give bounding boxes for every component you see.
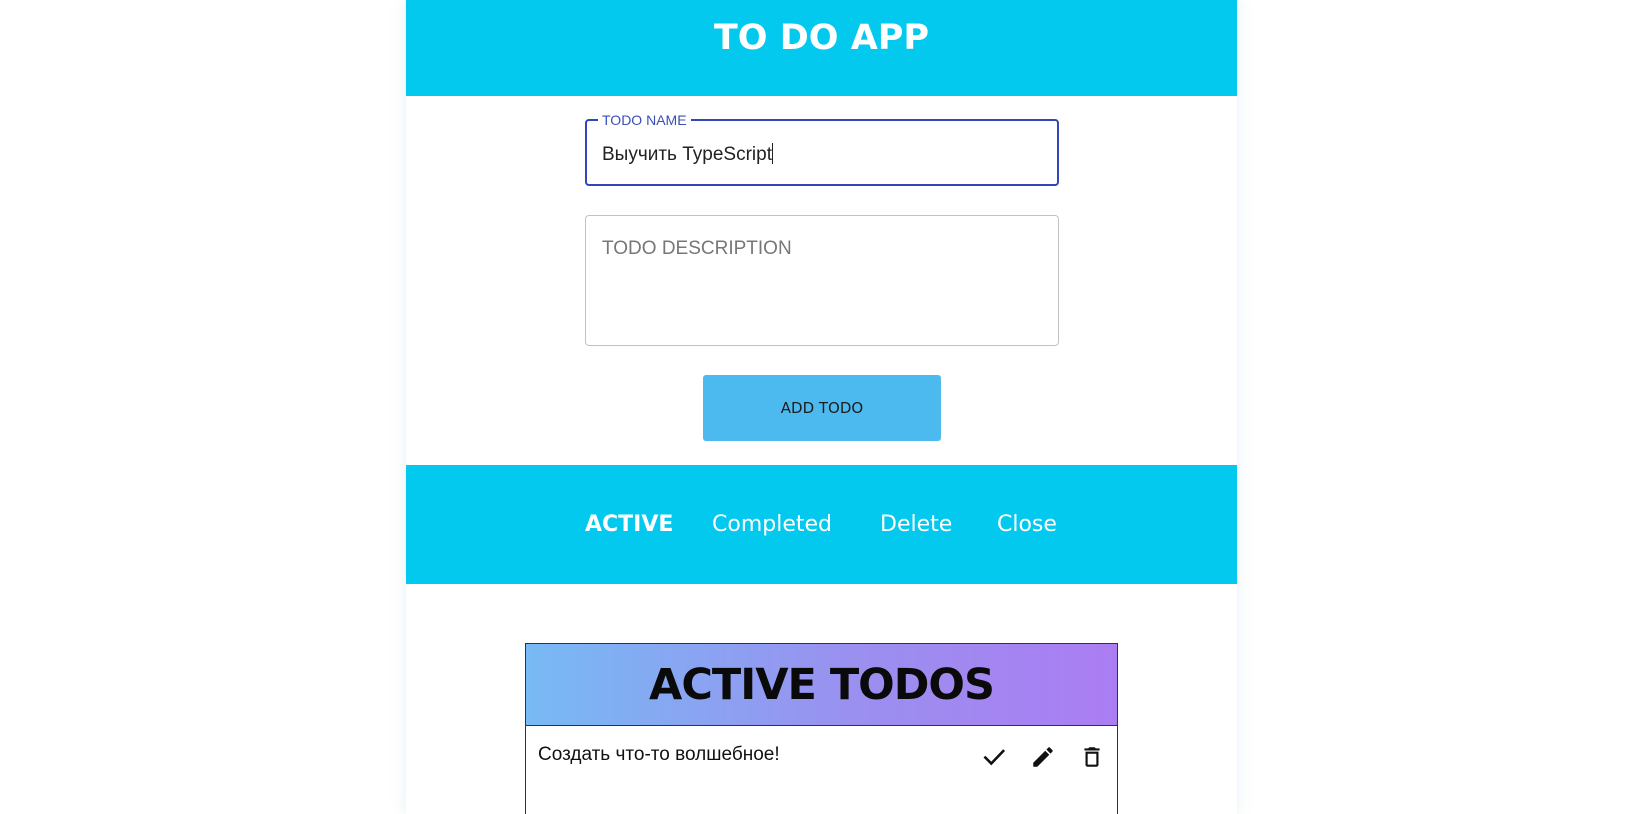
todo-name-input[interactable]: Выучить TypeScript xyxy=(602,143,773,166)
pencil-icon[interactable] xyxy=(1030,744,1056,770)
todo-item-text: Создать что-то волшебное! xyxy=(538,744,780,765)
tab-completed[interactable]: Completed xyxy=(712,511,832,539)
list-title: ACTIVE TODOS xyxy=(649,659,995,710)
active-todos-list: ACTIVE TODOS Создать что-то волшебное! xyxy=(525,643,1118,814)
app-header: TO DO APP xyxy=(406,0,1237,96)
todo-description-field[interactable]: TODO DESCRIPTION xyxy=(585,215,1059,346)
todo-description-placeholder: TODO DESCRIPTION xyxy=(602,238,792,259)
pencil-icon-svg xyxy=(1033,747,1053,767)
check-icon[interactable] xyxy=(981,744,1007,770)
tab-close[interactable]: Close xyxy=(997,511,1057,539)
trash-icon-svg xyxy=(1084,747,1100,767)
tab-active[interactable]: ACTIVE xyxy=(585,511,673,539)
todo-name-label: TODO NAME xyxy=(598,112,691,128)
text-caret xyxy=(771,143,773,164)
todo-name-value: Выучить TypeScript xyxy=(602,144,772,165)
app-title: TO DO APP xyxy=(713,18,930,58)
trash-icon[interactable] xyxy=(1079,744,1105,770)
list-item: Создать что-то волшебное! xyxy=(526,726,1117,786)
check-icon-svg xyxy=(983,749,1006,766)
todo-app: TO DO APP TODO NAME Выучить TypeScript T… xyxy=(406,0,1237,814)
filter-tabs: ACTIVE Completed Delete Close xyxy=(406,465,1237,584)
add-todo-button[interactable]: ADD TODO xyxy=(703,375,941,441)
list-title-banner: ACTIVE TODOS xyxy=(526,644,1117,726)
todo-name-field[interactable]: TODO NAME Выучить TypeScript xyxy=(585,112,1059,186)
tab-delete[interactable]: Delete xyxy=(880,511,952,539)
